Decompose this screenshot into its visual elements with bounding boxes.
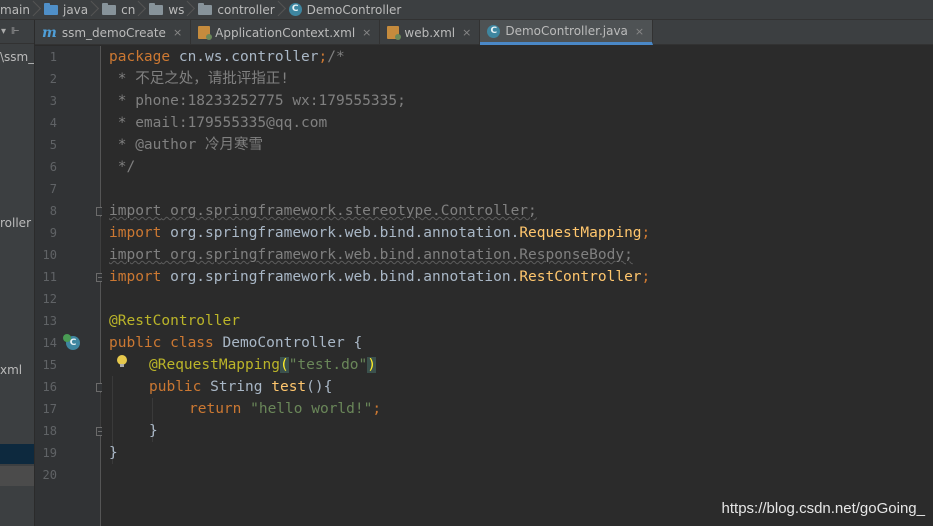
editor-gutter[interactable]: 1 2 3 4 5 6 7 8 9 10 11 12 13 14 15 16 1… bbox=[35, 46, 105, 526]
editor-tabs: m ssm_demoCreate × ApplicationContext.xm… bbox=[35, 20, 933, 45]
line-number: 17 bbox=[42, 402, 57, 416]
code-line: import org.springframework.web.bind.anno… bbox=[109, 247, 633, 263]
project-panel-toolbar: ▾ ⊩ bbox=[0, 20, 34, 44]
project-tree-selected-row[interactable] bbox=[0, 444, 34, 464]
close-icon[interactable]: × bbox=[462, 26, 471, 39]
watermark: https://blog.csdn.net/goGoing_ bbox=[721, 500, 925, 517]
line-number: 20 bbox=[42, 468, 57, 482]
line-number: 5 bbox=[49, 138, 57, 152]
code-line: public String test(){ bbox=[149, 379, 333, 395]
breadcrumb-separator bbox=[137, 0, 145, 19]
code-line: import org.springframework.web.bind.anno… bbox=[109, 269, 651, 285]
tab-applicationcontext-xml[interactable]: ApplicationContext.xml × bbox=[191, 20, 381, 45]
code-line: */ bbox=[109, 159, 136, 175]
breadcrumb-item-cn[interactable]: cn bbox=[102, 0, 135, 19]
project-tree-row[interactable] bbox=[0, 466, 34, 486]
breadcrumb-separator bbox=[186, 0, 194, 19]
code-editor[interactable]: package cn.ws.controller;/* * 不足之处，请批评指正… bbox=[102, 46, 933, 526]
code-line: } bbox=[149, 423, 158, 439]
line-number: 16 bbox=[42, 380, 57, 394]
breadcrumb-item-java[interactable]: java bbox=[43, 0, 88, 19]
project-panel: ▾ ⊩ \ssm_ roller xml bbox=[0, 20, 35, 526]
line-number: 14 bbox=[42, 336, 57, 350]
line-number: 19 bbox=[42, 446, 57, 460]
package-folder-icon bbox=[149, 2, 164, 15]
collapse-all-icon[interactable]: ⊩ bbox=[11, 26, 20, 37]
code-line: @RequestMapping("test.do") bbox=[149, 357, 376, 373]
dropdown-arrow-icon[interactable]: ▾ bbox=[1, 26, 6, 37]
breadcrumb-separator bbox=[277, 0, 285, 19]
lightbulb-icon[interactable] bbox=[117, 355, 127, 368]
xml-file-icon bbox=[387, 26, 402, 40]
breadcrumb: main java cn ws controller C DemoControll… bbox=[0, 0, 933, 20]
code-line: public class DemoController { bbox=[109, 335, 363, 351]
java-class-icon: C bbox=[288, 3, 302, 16]
line-number: 6 bbox=[49, 160, 57, 174]
project-tree-item[interactable]: xml bbox=[0, 363, 22, 377]
close-icon[interactable]: × bbox=[635, 25, 644, 38]
package-folder-icon bbox=[198, 2, 213, 15]
fold-range-line bbox=[100, 217, 101, 273]
maven-module-icon: m bbox=[42, 24, 57, 41]
breadcrumb-item-controller[interactable]: controller bbox=[198, 0, 275, 19]
line-number: 13 bbox=[42, 314, 57, 328]
tab-ssm-democreate[interactable]: m ssm_demoCreate × bbox=[35, 20, 192, 45]
code-line: } bbox=[109, 445, 118, 461]
line-number: 4 bbox=[49, 116, 57, 130]
spring-xml-icon bbox=[198, 26, 213, 40]
project-tree-item[interactable]: roller bbox=[0, 216, 31, 230]
code-line: * 不足之处，请批评指正! bbox=[109, 71, 289, 87]
line-number: 9 bbox=[49, 226, 57, 240]
package-folder-icon bbox=[102, 2, 117, 15]
line-number: 12 bbox=[42, 292, 57, 306]
code-line: package cn.ws.controller;/* bbox=[109, 49, 345, 65]
line-number: 7 bbox=[49, 182, 57, 196]
breadcrumb-separator bbox=[90, 0, 98, 19]
close-icon[interactable]: × bbox=[173, 26, 182, 39]
line-number: 1 bbox=[49, 50, 57, 64]
line-number: 10 bbox=[42, 248, 57, 262]
line-number: 8 bbox=[49, 204, 57, 218]
breadcrumb-item-democontroller[interactable]: C DemoController bbox=[288, 0, 401, 19]
tab-web-xml[interactable]: web.xml × bbox=[380, 20, 481, 45]
close-icon[interactable]: × bbox=[362, 26, 371, 39]
line-number: 2 bbox=[49, 72, 57, 86]
spring-bean-icon[interactable]: C bbox=[63, 334, 80, 350]
code-line: * email:179555335@qq.com bbox=[109, 115, 328, 131]
tab-democontroller-java[interactable]: C DemoController.java × bbox=[480, 20, 654, 45]
code-line: return "hello world!"; bbox=[189, 401, 382, 417]
code-line: * phone:18233252775 wx:179555335; bbox=[109, 93, 406, 109]
code-line: import org.springframework.stereotype.Co… bbox=[109, 203, 537, 219]
breadcrumb-item-ws[interactable]: ws bbox=[149, 0, 184, 19]
project-tree-item[interactable]: \ssm_ bbox=[0, 50, 34, 64]
line-number: 15 bbox=[42, 358, 57, 372]
line-number: 3 bbox=[49, 94, 57, 108]
breadcrumb-item-main[interactable]: main bbox=[0, 0, 30, 19]
line-number: 18 bbox=[42, 424, 57, 438]
code-line: * @author 冷月寒雪 bbox=[109, 137, 264, 153]
source-folder-icon bbox=[43, 2, 58, 15]
code-line: import org.springframework.web.bind.anno… bbox=[109, 225, 651, 241]
line-number: 11 bbox=[42, 270, 57, 284]
java-class-icon: C bbox=[487, 24, 501, 38]
code-line: @RestController bbox=[109, 313, 240, 329]
breadcrumb-separator bbox=[32, 0, 40, 19]
fold-range-line bbox=[100, 393, 101, 427]
